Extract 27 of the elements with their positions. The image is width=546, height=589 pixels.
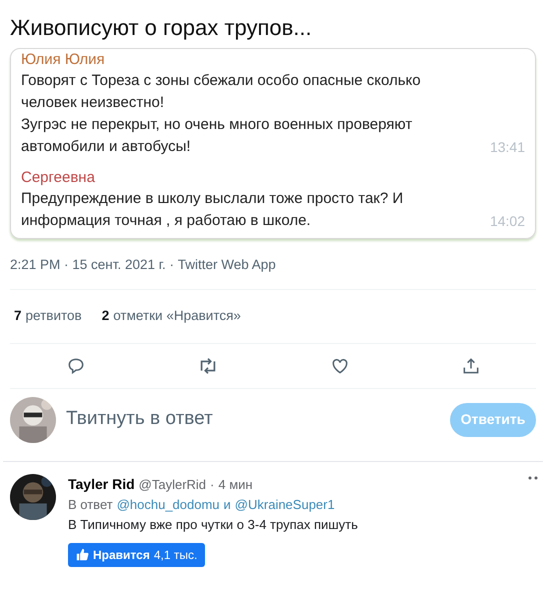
message-text: Предупреждение в школу выслали тоже просто так? И информация точная , я работаю в школе.: [21, 189, 404, 231]
message-text: Говорят с Тореза с зоны сбежали особо опасные сколько человек неизвестно! Зугрэс не перекрыт, но очень много военных проверяют автомобили и автобусы!: [21, 71, 422, 157]
share-icon[interactable]: [460, 356, 480, 376]
mention-link[interactable]: @hochu_dodomu: [116, 494, 220, 514]
message-author: Сергеевна: [21, 168, 96, 188]
tweet-meta: 2:21 PM · 15 сент. 2021 г. · Twitter Web App: [9, 256, 277, 274]
post-heading: Живописуют о горах трупов...: [9, 14, 313, 42]
message-time: 14:02: [490, 212, 525, 231]
separator-dot: ·: [210, 476, 214, 494]
stat-count: 7: [14, 307, 22, 326]
more-icon[interactable]: [528, 476, 540, 480]
commenter-handle: @TaylerRid: [138, 476, 206, 494]
comment-time: 4 мин: [218, 476, 253, 494]
stat-count: 2: [102, 307, 110, 326]
reply-prefix: В ответ: [68, 496, 113, 514]
message-author: Юлия Юлия: [21, 50, 106, 70]
thumbs-up-icon: [76, 548, 89, 561]
like-button[interactable]: Нравится 4,1 тыс.: [68, 542, 206, 566]
comment-text: В Типичному вже про чутки о 3-4 трупах пишуть: [68, 516, 358, 534]
mention-link[interactable]: @UkraineSuper1: [234, 494, 335, 514]
stat-label: отметки «Нравится»: [113, 307, 241, 326]
message-time: 13:41: [490, 138, 525, 157]
comment-icon[interactable]: [66, 356, 86, 376]
stat-label: ретвитов: [26, 307, 82, 326]
mention-joiner: и: [224, 496, 231, 514]
commenter-name[interactable]: Tayler Rid: [68, 474, 135, 494]
reply-field[interactable]: Твитнуть в ответ: [66, 405, 440, 434]
